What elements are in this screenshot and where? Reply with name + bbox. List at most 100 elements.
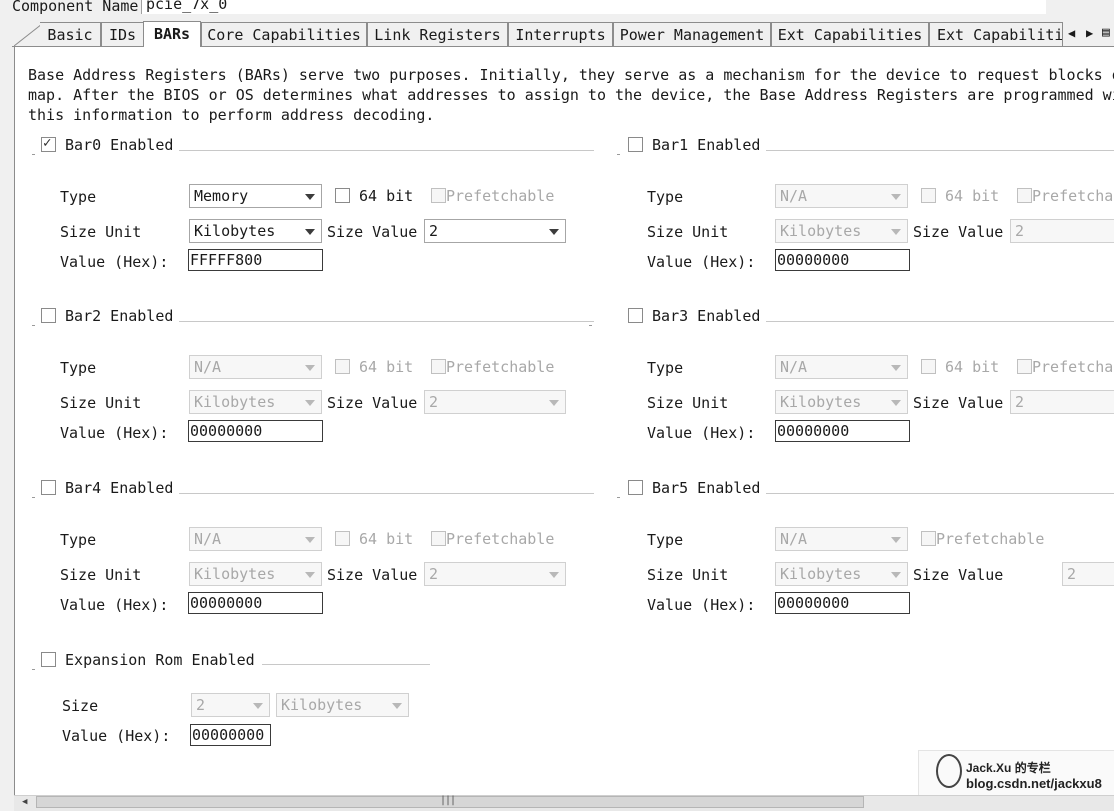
bar2-size-value-select[interactable]: 2 — [424, 390, 566, 414]
checkbox-box[interactable] — [628, 308, 643, 323]
bar4-hex-input[interactable]: 00000000 — [188, 592, 323, 614]
checkbox-box[interactable] — [41, 480, 56, 495]
bar1-hex-input[interactable]: 00000000 — [775, 249, 910, 271]
checkbox-box[interactable] — [41, 308, 56, 323]
bar1-64bit-checkbox[interactable]: 64 bit — [921, 186, 999, 206]
checkbox-box[interactable]: ✓ — [41, 135, 56, 152]
bar2-prefetchable-checkbox[interactable]: Prefetchable — [431, 357, 554, 377]
expansion-rom-unit-select[interactable]: Kilobytes — [276, 693, 409, 717]
checkbox-box[interactable] — [628, 480, 643, 495]
checkbox-box[interactable] — [1017, 188, 1032, 203]
component-name-input[interactable]: pcie_7x_0 — [141, 0, 1046, 14]
bar2-size-unit-select[interactable]: Kilobytes — [189, 390, 322, 414]
bar4-type-select[interactable]: N/A — [189, 527, 322, 551]
bar1-size-value-select[interactable]: 2 — [1010, 219, 1114, 243]
section-divider — [179, 493, 594, 494]
scroll-left-icon[interactable]: ◀ — [22, 797, 27, 807]
tab-link-registers[interactable]: Link Registers — [367, 22, 508, 46]
bar3-prefetchable-checkbox[interactable]: Prefetcha — [1017, 357, 1113, 377]
checkbox-box[interactable] — [921, 359, 936, 374]
checkbox-box[interactable] — [1017, 359, 1032, 374]
description-text: Base Address Registers (BARs) serve two … — [28, 65, 1114, 125]
value-hex-label: Value (Hex): — [647, 596, 756, 614]
bar5-type-select[interactable]: N/A — [775, 527, 908, 551]
section-dot — [589, 325, 592, 326]
tab-ext-capabilities-2[interactable]: Ext Capabiliti — [929, 22, 1063, 46]
bar3-type-select[interactable]: N/A — [775, 355, 908, 379]
bar5-hex-input[interactable]: 00000000 — [775, 592, 910, 614]
tab-interrupts[interactable]: Interrupts — [508, 22, 613, 46]
bar4-enabled-checkbox[interactable]: Bar4 Enabled — [41, 478, 173, 498]
triangle-right-icon[interactable]: ▶ — [1086, 26, 1093, 40]
chevron-down-icon — [891, 365, 901, 371]
bar3-64bit-checkbox[interactable]: 64 bit — [921, 357, 999, 377]
bar0-size-unit-select[interactable]: Kilobytes — [189, 219, 322, 243]
tab-bars[interactable]: BARs — [143, 21, 201, 47]
tab-ids[interactable]: IDs — [101, 22, 144, 46]
expansion-rom-size-select[interactable]: 2 — [191, 693, 270, 717]
tab-power-management[interactable]: Power Management — [613, 22, 771, 46]
bar4-size-value-select[interactable]: 2 — [424, 562, 566, 586]
chevron-down-icon — [891, 229, 901, 235]
bar3-enabled-checkbox[interactable]: Bar3 Enabled — [628, 306, 760, 326]
bar4-64bit-checkbox[interactable]: 64 bit — [335, 529, 413, 549]
bar4-title: Bar4 Enabled — [65, 479, 174, 497]
checkbox-box[interactable] — [431, 188, 446, 203]
triangle-left-icon[interactable]: ◀ — [1068, 26, 1075, 40]
bar5-size-value-select[interactable]: 2 — [1062, 562, 1114, 586]
tab-basic[interactable]: Basic — [40, 22, 101, 46]
bar0-64bit-checkbox[interactable]: 64 bit — [335, 186, 413, 206]
value-hex-label: Value (Hex): — [60, 253, 169, 271]
tab-core-capabilities[interactable]: Core Capabilities — [201, 22, 367, 46]
expansion-rom-hex-input[interactable]: 00000000 — [190, 724, 271, 746]
section-dot — [32, 669, 35, 670]
list-icon[interactable]: ▤ — [1102, 25, 1110, 40]
check-icon: ✓ — [43, 135, 52, 151]
bar5-enabled-checkbox[interactable]: Bar5 Enabled — [628, 478, 760, 498]
bar0-hex-input[interactable]: FFFFF800 — [188, 249, 323, 271]
bar0-type-select[interactable]: Memory — [189, 184, 322, 208]
bar4-size-unit-select[interactable]: Kilobytes — [189, 562, 322, 586]
bar2-title: Bar2 Enabled — [65, 307, 174, 325]
checkbox-box[interactable] — [335, 188, 350, 203]
type-label: Type — [60, 188, 97, 206]
bar2-64bit-checkbox[interactable]: 64 bit — [335, 357, 413, 377]
bar2-type-select[interactable]: N/A — [189, 355, 322, 379]
bar0-prefetchable-checkbox[interactable]: Prefetchable — [431, 186, 554, 206]
checkbox-box[interactable] — [335, 359, 350, 374]
bar2-size-value: 2 — [429, 393, 439, 411]
chevron-down-icon — [392, 703, 402, 709]
bar1-prefetchable-checkbox[interactable]: Prefetcha — [1017, 186, 1113, 206]
checkbox-box[interactable] — [921, 188, 936, 203]
bar4-prefetchable-checkbox[interactable]: Prefetchable — [431, 529, 554, 549]
checkbox-box[interactable] — [431, 531, 446, 546]
bar2-hex-input[interactable]: 00000000 — [188, 420, 323, 442]
bar1-enabled-checkbox[interactable]: Bar1 Enabled — [628, 135, 760, 155]
bar0-size-value-select[interactable]: 2 — [424, 219, 566, 243]
bar5-prefetchable-checkbox[interactable]: Prefetchable — [921, 529, 1044, 549]
bar3-hex-input[interactable]: 00000000 — [775, 420, 910, 442]
bar5-size-unit-select[interactable]: Kilobytes — [775, 562, 908, 586]
expansion-rom-title: Expansion Rom Enabled — [65, 651, 255, 669]
tab-ext-capabilities[interactable]: Ext Capabilities — [771, 22, 929, 46]
checkbox-box[interactable] — [335, 531, 350, 546]
expansion-rom-unit-value: Kilobytes — [281, 696, 363, 714]
checkbox-box[interactable] — [431, 359, 446, 374]
section-dot — [32, 154, 35, 155]
prefetchable-label: Prefetchable — [446, 187, 555, 205]
checkbox-box[interactable] — [921, 531, 936, 546]
bar0-enabled-checkbox[interactable]: ✓ Bar0 Enabled — [41, 135, 173, 155]
bar2-enabled-checkbox[interactable]: Bar2 Enabled — [41, 306, 173, 326]
watermark-name: Jack.Xu 的专栏 — [966, 761, 1051, 775]
bar1-size-unit-select[interactable]: Kilobytes — [775, 219, 908, 243]
type-label: Type — [60, 531, 97, 549]
bar3-size-value-select[interactable]: 2 — [1010, 390, 1114, 414]
checkbox-box[interactable] — [628, 137, 643, 152]
bar3-size-unit-select[interactable]: Kilobytes — [775, 390, 908, 414]
value-hex-label: Value (Hex): — [647, 253, 756, 271]
checkbox-box[interactable] — [41, 652, 56, 667]
chevron-down-icon — [305, 400, 315, 406]
chevron-down-icon — [305, 229, 315, 235]
bar1-type-select[interactable]: N/A — [775, 184, 908, 208]
expansion-rom-enabled-checkbox[interactable]: Expansion Rom Enabled — [41, 650, 255, 670]
